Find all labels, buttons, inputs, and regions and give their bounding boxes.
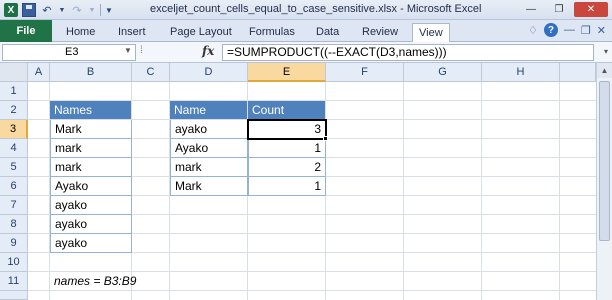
tab-file[interactable]: File bbox=[0, 20, 52, 42]
count-table-name-d5[interactable]: mark bbox=[170, 158, 248, 177]
row-header-partial[interactable] bbox=[0, 291, 28, 300]
names-cell-b3[interactable]: Mark bbox=[50, 120, 132, 139]
scrollbar-thumb[interactable] bbox=[599, 81, 610, 241]
ribbon-right-controls: ♢ ? — ❐ ✕ bbox=[528, 23, 606, 37]
help-icon[interactable]: ? bbox=[543, 23, 558, 37]
row-header-2[interactable]: 2 bbox=[0, 101, 28, 120]
names-cell-b7[interactable]: ayako bbox=[50, 196, 132, 215]
toolbar-divider bbox=[100, 4, 101, 16]
workbook-minimize-icon[interactable]: — bbox=[564, 24, 575, 36]
column-header-f[interactable]: F bbox=[326, 63, 404, 82]
expand-formula-bar-icon[interactable]: ▾ bbox=[604, 47, 608, 56]
close-icon[interactable]: ✕ bbox=[574, 2, 608, 17]
scroll-up-icon[interactable]: ▲ bbox=[597, 63, 612, 78]
count-table-name-d4[interactable]: Ayako bbox=[170, 139, 248, 158]
column-header-g[interactable]: G bbox=[404, 63, 482, 82]
names-header-cell[interactable]: Names bbox=[50, 101, 132, 120]
count-table-count-e6[interactable]: 1 bbox=[248, 177, 326, 196]
row-header-3[interactable]: 3 bbox=[0, 120, 28, 139]
tab-page-layout[interactable]: Page Layout bbox=[164, 23, 238, 41]
restore-icon[interactable]: ❐ bbox=[546, 2, 572, 17]
tab-data[interactable]: Data bbox=[310, 23, 345, 41]
redo-icon[interactable]: ↷ bbox=[70, 3, 84, 17]
count-table-name-d6[interactable]: Mark bbox=[170, 177, 248, 196]
fill-handle[interactable] bbox=[323, 136, 328, 141]
column-header-b[interactable]: B bbox=[50, 63, 132, 82]
minimize-icon[interactable]: — bbox=[518, 2, 544, 17]
column-header-h[interactable]: H bbox=[482, 63, 560, 82]
minimize-ribbon-icon[interactable]: ♢ bbox=[528, 24, 538, 37]
column-header-c[interactable]: C bbox=[132, 63, 170, 82]
names-cell-b9[interactable]: ayako bbox=[50, 234, 132, 253]
workbook-restore-icon[interactable]: ❐ bbox=[581, 24, 591, 37]
customize-toolbar-icon[interactable]: ▼ bbox=[105, 3, 113, 17]
tab-insert[interactable]: Insert bbox=[112, 23, 152, 41]
row-header-8[interactable]: 8 bbox=[0, 215, 28, 234]
column-header-d[interactable]: D bbox=[170, 63, 248, 82]
row-header-6[interactable]: 6 bbox=[0, 177, 28, 196]
save-icon[interactable] bbox=[22, 3, 36, 17]
row-header-11[interactable]: 11 bbox=[0, 272, 28, 291]
redo-dropdown-icon[interactable]: ▼ bbox=[88, 3, 96, 17]
row-header-1[interactable]: 1 bbox=[0, 82, 28, 101]
insert-function-icon[interactable]: fx bbox=[202, 44, 214, 58]
undo-dropdown-icon[interactable]: ▼ bbox=[58, 3, 66, 17]
formula-bar-resize-icon[interactable]: ⁞ bbox=[140, 45, 143, 56]
count-table-count-e4[interactable]: 1 bbox=[248, 139, 326, 158]
count-table-count-e5[interactable]: 2 bbox=[248, 158, 326, 177]
row-header-4[interactable]: 4 bbox=[0, 139, 28, 158]
names-cell-b5[interactable]: mark bbox=[50, 158, 132, 177]
names-cell-b8[interactable]: ayako bbox=[50, 215, 132, 234]
title-bar: X ↶ ▼ ↷ ▼ ▼ exceljet_count_cells_equal_t… bbox=[0, 0, 612, 20]
names-cell-b4[interactable]: mark bbox=[50, 139, 132, 158]
count-table-name-d3[interactable]: ayako bbox=[170, 120, 248, 139]
tab-view[interactable]: View bbox=[412, 23, 450, 42]
row-header-9[interactable]: 9 bbox=[0, 234, 28, 253]
ribbon-tabs: File Home Insert Page Layout Formulas Da… bbox=[0, 20, 612, 42]
formula-input[interactable]: =SUMPRODUCT((--EXACT(D3,names))) bbox=[222, 44, 594, 61]
row-header-7[interactable]: 7 bbox=[0, 196, 28, 215]
select-all-corner[interactable] bbox=[0, 63, 28, 82]
tab-review[interactable]: Review bbox=[356, 23, 404, 41]
column-header-a[interactable]: A bbox=[28, 63, 50, 82]
row-header-5[interactable]: 5 bbox=[0, 158, 28, 177]
quick-access-toolbar: X ↶ ▼ ↷ ▼ ▼ bbox=[4, 2, 113, 18]
tab-home[interactable]: Home bbox=[60, 23, 101, 41]
row-header-10[interactable]: 10 bbox=[0, 253, 28, 272]
workbook-close-icon[interactable]: ✕ bbox=[597, 24, 606, 37]
count-table-count-header[interactable]: Count bbox=[248, 101, 326, 120]
count-table-name-header[interactable]: Name bbox=[170, 101, 248, 120]
vertical-scrollbar[interactable]: ▲ bbox=[596, 63, 612, 300]
column-header-partial[interactable] bbox=[560, 63, 596, 82]
excel-logo-icon[interactable]: X bbox=[4, 3, 18, 17]
formula-bar: E3 ▼ ⁞ fx =SUMPRODUCT((--EXACT(D3,names)… bbox=[0, 42, 612, 63]
tab-formulas[interactable]: Formulas bbox=[243, 23, 301, 41]
window-controls: — ❐ ✕ bbox=[518, 2, 608, 17]
window-title: exceljet_count_cells_equal_to_case_sensi… bbox=[150, 3, 482, 15]
name-box[interactable]: E3 bbox=[2, 44, 136, 61]
column-header-e[interactable]: E bbox=[248, 63, 326, 82]
undo-icon[interactable]: ↶ bbox=[40, 3, 54, 17]
named-range-note[interactable]: names = B3:B9 bbox=[50, 272, 250, 291]
name-box-dropdown-icon[interactable]: ▼ bbox=[124, 46, 132, 55]
names-cell-b6[interactable]: Ayako bbox=[50, 177, 132, 196]
count-table-count-e3[interactable]: 3 bbox=[248, 120, 326, 139]
